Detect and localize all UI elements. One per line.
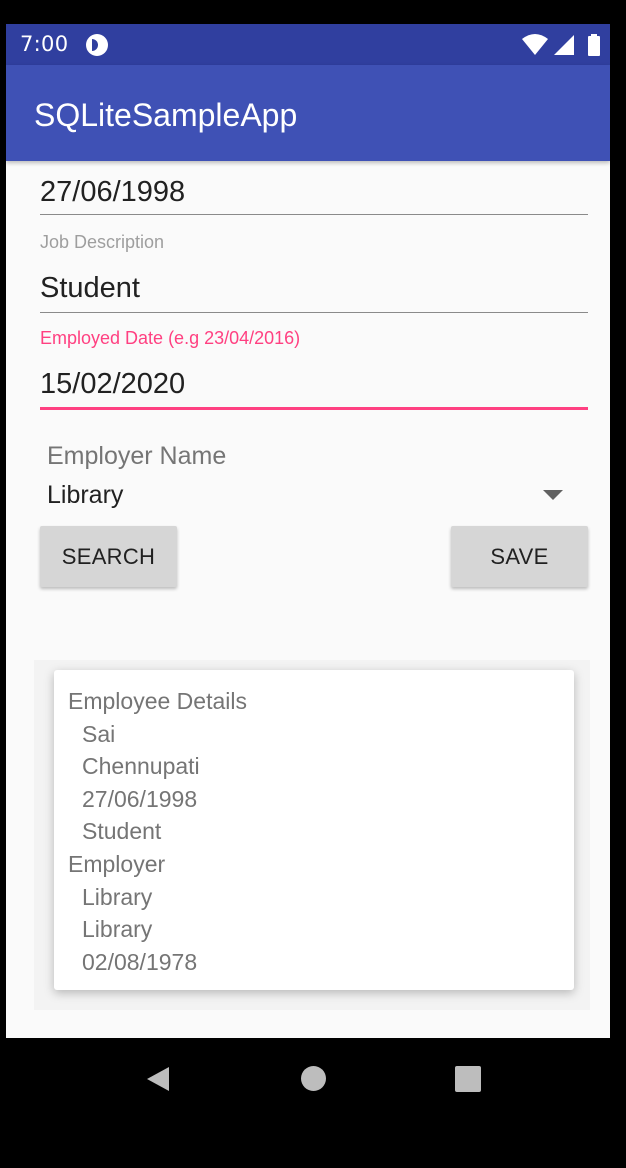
employee-birth-date: 27/06/1998 [82,786,198,812]
navigation-bar [0,1038,626,1168]
wifi-icon [522,34,548,55]
employer-name-label: Employer Name [47,442,227,470]
app-toolbar: SQLiteSampleApp [6,65,610,161]
app-screen: 7:00 SQLiteSampleApp 27/06/1998 Job Desc… [6,24,610,1038]
employer-description: Library [82,916,153,942]
dropdown-arrow-icon[interactable] [543,490,563,500]
employee-last-name: Chennupati [82,753,200,779]
birth-date-input[interactable]: 27/06/1998 [40,176,588,209]
birth-date-underline [40,214,588,215]
save-button[interactable]: SAVE [451,526,588,587]
employed-date-input[interactable]: 15/02/2020 [40,368,588,401]
back-icon[interactable] [147,1067,169,1091]
employed-date-label: Employed Date (e.g 23/04/2016) [40,328,301,348]
employer-founded-date: 02/08/1978 [82,949,198,975]
status-time: 7:00 [20,32,69,56]
employee-job: Student [82,818,162,844]
employed-date-underline [40,407,588,410]
details-card: Employee Details Sai Chennupati 27/06/19… [54,670,574,990]
employer-name: Library [82,884,153,910]
employer-heading: Employer [68,851,166,877]
employer-spinner[interactable]: Library [47,481,123,510]
employee-first-name: Sai [82,721,116,747]
home-icon[interactable] [301,1066,326,1091]
app-notification-icon [86,34,108,56]
signal-icon [554,35,574,55]
job-description-underline [40,312,588,313]
battery-icon [588,34,600,56]
job-description-label: Job Description [40,232,165,252]
employee-details-heading: Employee Details [68,688,247,714]
app-title: SQLiteSampleApp [34,97,298,133]
recents-icon[interactable] [455,1066,481,1092]
status-bar: 7:00 [6,24,610,65]
search-button[interactable]: SEARCH [40,526,177,587]
job-description-input[interactable]: Student [40,272,588,305]
